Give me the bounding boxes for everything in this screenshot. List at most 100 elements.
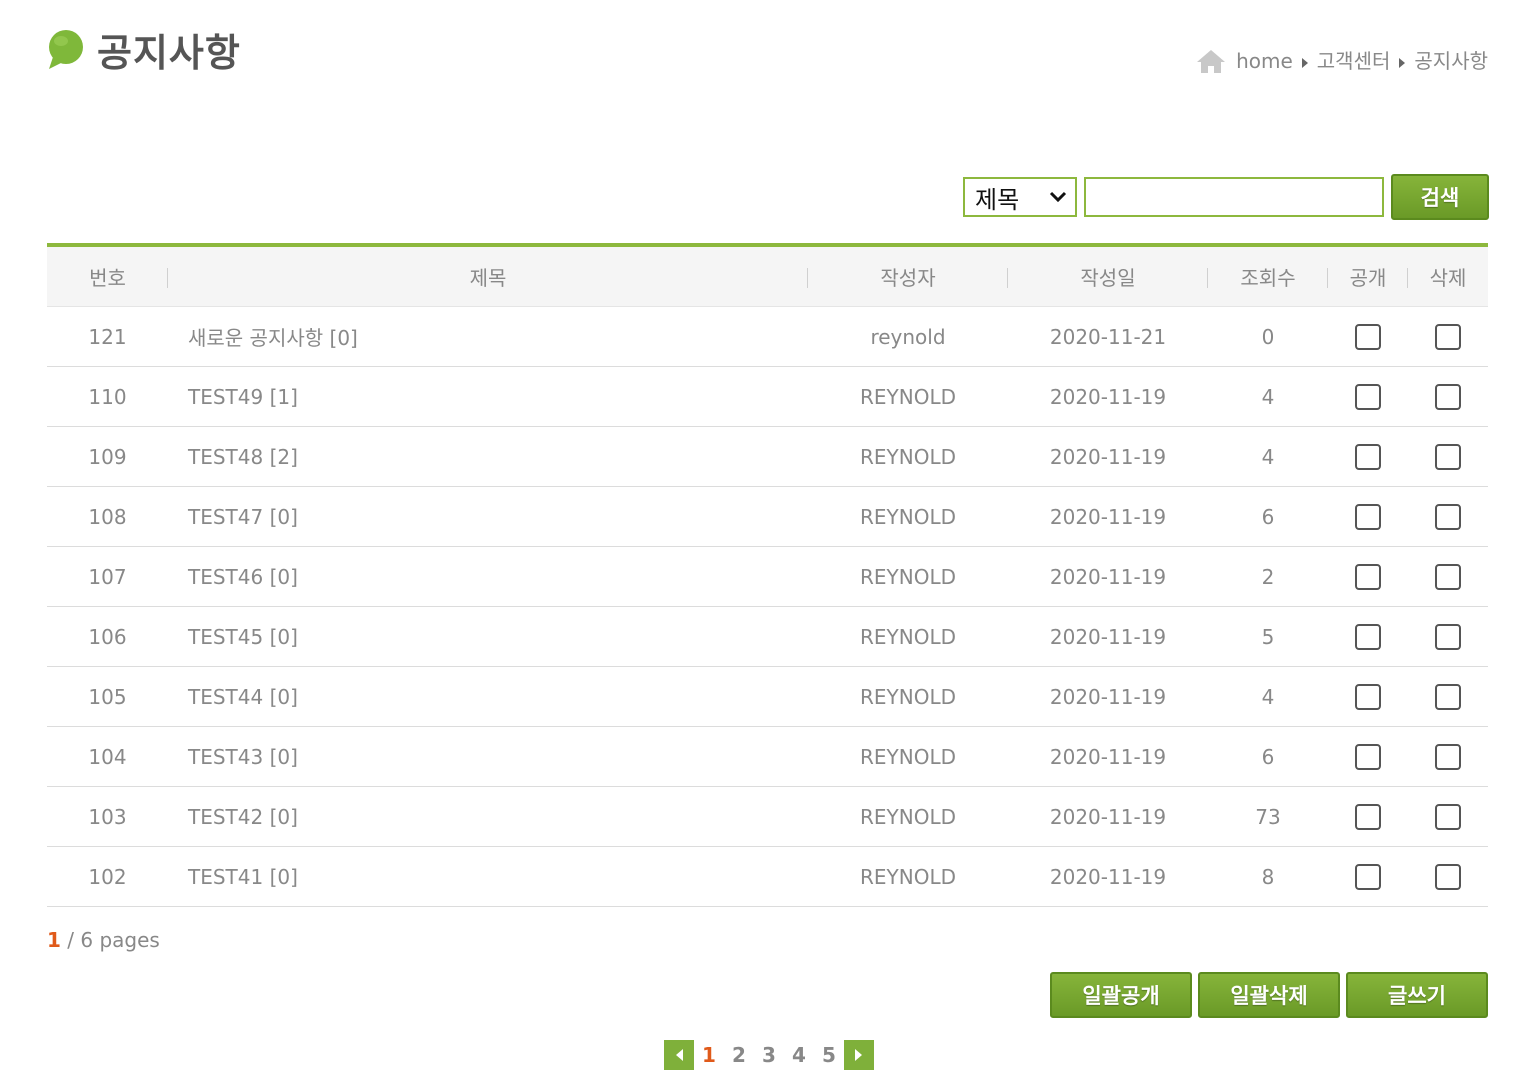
breadcrumb: home 고객센터 공지사항 [1196,48,1488,74]
cell-title[interactable]: 새로운 공지사항 [0] [168,307,808,366]
delete-checkbox[interactable] [1435,503,1461,530]
cell-title[interactable]: TEST49 [1] [168,367,808,426]
cell-title[interactable]: TEST42 [0] [168,787,808,846]
table-row: 105 TEST44 [0] REYNOLD 2020-11-19 4 [47,667,1488,727]
col-header-date: 작성일 [1008,247,1208,306]
cell-author: reynold [870,324,946,349]
page-link-3[interactable]: 3 [754,1043,784,1067]
home-icon [1197,50,1226,73]
delete-checkbox[interactable] [1435,323,1461,350]
delete-checkbox[interactable] [1435,623,1461,650]
cell-date: 2020-11-19 [1049,804,1167,829]
notice-table: 번호 제목 작성자 작성일 조회수 공개 삭제 121 새로운 공지사항 [0] r… [47,243,1488,907]
breadcrumb-arrow-icon [1399,58,1406,68]
cell-date: 2020-11-21 [1049,324,1167,349]
public-checkbox-cell [1328,367,1408,426]
cell-title[interactable]: TEST43 [0] [168,727,808,786]
public-checkbox[interactable] [1355,683,1381,710]
cell-author: REYNOLD [860,744,956,769]
delete-checkbox[interactable] [1435,743,1461,770]
public-checkbox-cell [1328,787,1408,846]
col-header-delete: 삭제 [1429,266,1467,290]
delete-checkbox[interactable] [1435,863,1461,890]
cell-views: 4 [1261,684,1275,709]
cell-views: 0 [1261,324,1275,349]
table-row: 102 TEST41 [0] REYNOLD 2020-11-19 8 [47,847,1488,907]
delete-checkbox-cell [1408,367,1488,426]
cell-views: 4 [1261,444,1275,469]
cell-views: 6 [1261,744,1275,769]
public-checkbox-cell [1328,607,1408,666]
cell-title[interactable]: TEST47 [0] [168,487,808,546]
delete-checkbox[interactable] [1435,563,1461,590]
breadcrumb-customer-center[interactable]: 고객센터 [1317,48,1391,74]
cell-author: REYNOLD [860,864,956,889]
public-checkbox[interactable] [1355,863,1381,890]
search-button[interactable]: 검색 [1391,174,1489,220]
delete-checkbox-cell [1408,427,1488,486]
next-page-button[interactable] [844,1040,874,1070]
public-checkbox[interactable] [1355,623,1381,650]
delete-all-button[interactable]: 일괄삭제 [1198,972,1340,1018]
page-link-1[interactable]: 1 [694,1043,724,1067]
search-field-select[interactable]: 제목 [963,177,1077,217]
cell-date: 2020-11-19 [1049,444,1167,469]
page-link-2[interactable]: 2 [724,1043,754,1067]
public-checkbox[interactable] [1355,563,1381,590]
prev-arrow-icon [676,1049,683,1061]
delete-checkbox[interactable] [1435,803,1461,830]
cell-number: 110 [88,384,127,409]
cell-author: REYNOLD [860,684,956,709]
public-checkbox-cell [1328,847,1408,906]
col-header-title: 제목 [168,247,808,306]
cell-number: 105 [88,684,127,709]
search-input[interactable] [1084,177,1384,217]
write-button[interactable]: 글쓰기 [1346,972,1488,1018]
cell-title[interactable]: TEST41 [0] [168,847,808,906]
table-row: 110 TEST49 [1] REYNOLD 2020-11-19 4 [47,367,1488,427]
cell-title[interactable]: TEST46 [0] [168,547,808,606]
delete-checkbox[interactable] [1435,383,1461,410]
cell-author: REYNOLD [860,804,956,829]
public-checkbox[interactable] [1355,743,1381,770]
public-checkbox[interactable] [1355,443,1381,470]
breadcrumb-arrow-icon [1301,58,1308,68]
cell-author: REYNOLD [860,564,956,589]
page-link-4[interactable]: 4 [784,1043,814,1067]
next-arrow-icon [855,1049,862,1061]
delete-checkbox[interactable] [1435,683,1461,710]
cell-views: 2 [1261,564,1275,589]
public-checkbox[interactable] [1355,323,1381,350]
cell-date: 2020-11-19 [1049,504,1167,529]
cell-title[interactable]: TEST44 [0] [168,667,808,726]
table-row: 107 TEST46 [0] REYNOLD 2020-11-19 2 [47,547,1488,607]
table-header: 번호 제목 작성자 작성일 조회수 공개 삭제 [47,243,1488,307]
table-row: 109 TEST48 [2] REYNOLD 2020-11-19 4 [47,427,1488,487]
public-checkbox[interactable] [1355,803,1381,830]
cell-number: 121 [88,324,127,349]
cell-number: 109 [88,444,127,469]
col-header-views: 조회수 [1208,247,1328,306]
chevron-down-icon [1049,191,1067,203]
breadcrumb-notice[interactable]: 공지사항 [1414,48,1488,74]
table-row: 108 TEST47 [0] REYNOLD 2020-11-19 6 [47,487,1488,547]
cell-title[interactable]: TEST48 [2] [168,427,808,486]
cell-title[interactable]: TEST45 [0] [168,607,808,666]
publish-all-button[interactable]: 일괄공개 [1050,972,1192,1018]
pagination: 12345 [664,1040,874,1070]
public-checkbox[interactable] [1355,503,1381,530]
public-checkbox-cell [1328,427,1408,486]
prev-page-button[interactable] [664,1040,694,1070]
public-checkbox[interactable] [1355,383,1381,410]
cell-date: 2020-11-19 [1049,864,1167,889]
delete-checkbox-cell [1408,547,1488,606]
public-checkbox-cell [1328,547,1408,606]
public-checkbox-cell [1328,667,1408,726]
col-header-number: 번호 [47,247,168,306]
page-total-text: / 6 pages [60,928,160,952]
delete-checkbox-cell [1408,307,1488,366]
breadcrumb-home[interactable]: home [1236,48,1293,74]
delete-checkbox[interactable] [1435,443,1461,470]
page-link-5[interactable]: 5 [814,1043,844,1067]
cell-number: 104 [88,744,127,769]
